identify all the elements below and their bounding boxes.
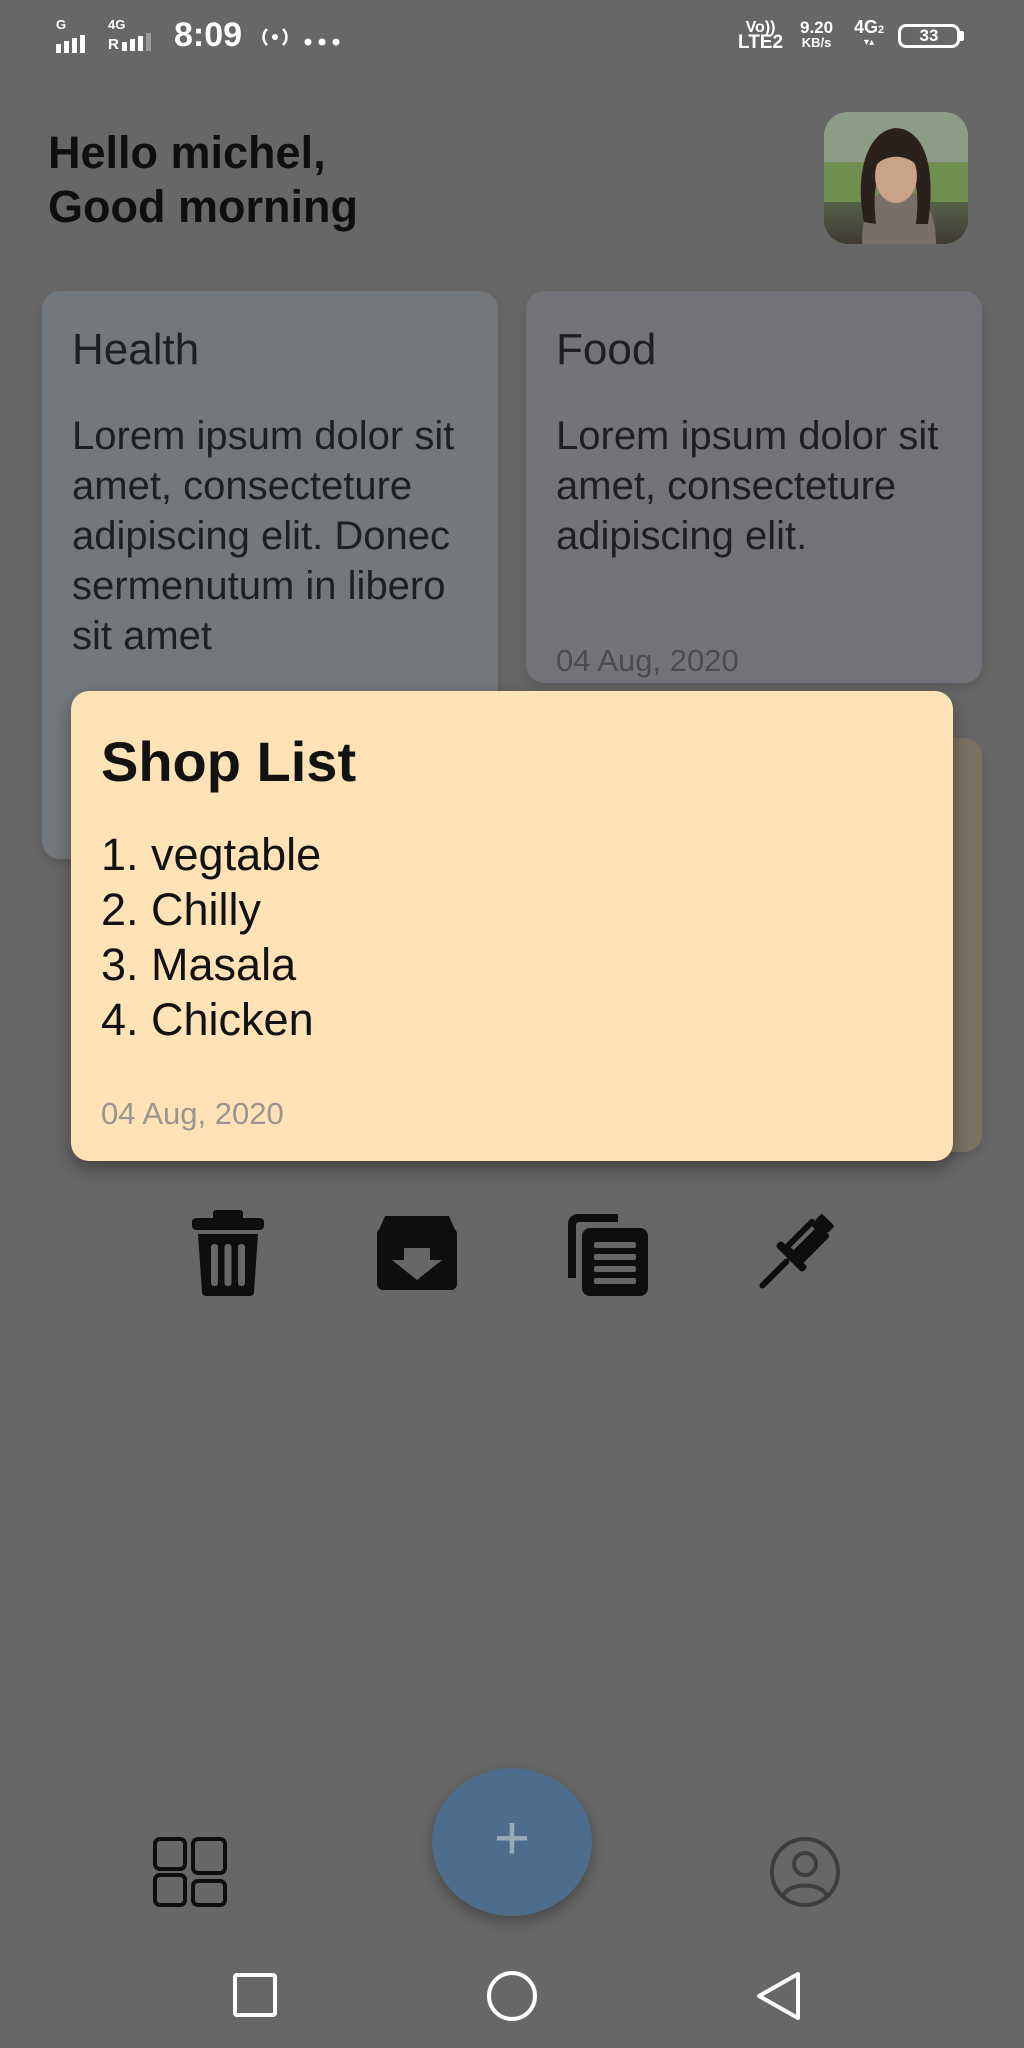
status-bar: G 4G R 8:09 Vo)) LTE2 9.20 KB/s 4G2 ▾▴ 3… xyxy=(0,0,1024,74)
copy-icon xyxy=(568,1214,648,1296)
signal-bars-2-icon xyxy=(121,33,151,51)
archive-button[interactable] xyxy=(372,1208,462,1298)
signal-1: G xyxy=(56,18,85,53)
network-3-label: 4G xyxy=(854,17,879,37)
signal-bars-1-icon xyxy=(56,35,85,53)
note-body: Lorem ipsum dolor sit amet, consecteture… xyxy=(72,414,455,658)
pin-icon xyxy=(759,1214,834,1289)
note-body: Lorem ipsum dolor sit amet, consecteture… xyxy=(556,414,939,558)
home-button[interactable] xyxy=(486,1970,538,2022)
network-3-sub: 2 xyxy=(878,24,885,36)
greeting: Hello michel, Good morning xyxy=(48,126,358,234)
list-item: 4. Chicken xyxy=(101,994,314,1045)
greeting-line-1: Hello michel, xyxy=(48,127,326,178)
volte-bottom: LTE2 xyxy=(738,32,784,53)
battery-icon: 33 xyxy=(898,24,960,48)
dashboard-button[interactable] xyxy=(152,1836,228,1908)
signal-2: 4G R xyxy=(108,17,151,53)
delete-button[interactable] xyxy=(183,1208,273,1298)
network-2-label: 4G xyxy=(108,17,126,32)
note-date: 04 Aug, 2020 xyxy=(556,643,739,678)
note-card-food[interactable]: Food Lorem ipsum dolor sit amet, consect… xyxy=(526,291,982,683)
recents-square-icon xyxy=(233,1973,277,2017)
avatar[interactable] xyxy=(824,112,968,244)
data-arrows-icon: ▾▴ xyxy=(864,37,875,48)
network-1-label: G xyxy=(56,17,67,32)
network-3: 4G2 ▾▴ xyxy=(854,17,885,48)
greeting-line-2: Good morning xyxy=(48,181,358,232)
profile-icon xyxy=(770,1837,840,1907)
copy-button[interactable] xyxy=(562,1208,652,1298)
more-status-icon xyxy=(304,33,340,46)
speed-unit: KB/s xyxy=(801,35,832,50)
note-title: Shop List xyxy=(101,730,357,793)
profile-button[interactable] xyxy=(766,1836,844,1908)
list-item: 3. Masala xyxy=(101,939,297,990)
dashboard-icon xyxy=(153,1837,227,1907)
avatar-photo xyxy=(824,112,968,244)
back-triangle-icon xyxy=(757,1972,800,2020)
note-title: Food xyxy=(556,325,657,374)
battery-indicator: 33 xyxy=(898,24,964,48)
archive-icon xyxy=(377,1216,457,1290)
speed-value: 9.20 xyxy=(800,18,834,37)
list-item: 2. Chilly xyxy=(101,884,262,935)
recents-button[interactable] xyxy=(232,1972,278,2018)
note-title: Health xyxy=(72,325,200,374)
home-circle-icon xyxy=(487,1971,537,2021)
back-button[interactable] xyxy=(754,1970,802,2022)
clock: 8:09 xyxy=(174,16,243,54)
plus-icon: + xyxy=(493,1804,531,1873)
network-2-sub: R xyxy=(108,36,119,53)
selected-note-popup[interactable]: Shop List 1. vegtable 2. Chilly 3. Masal… xyxy=(71,691,953,1161)
hotspot-icon xyxy=(258,22,292,52)
list-item: 1. vegtable xyxy=(101,829,322,880)
add-note-button[interactable]: + xyxy=(432,1768,592,1916)
trash-icon xyxy=(192,1210,264,1296)
volte-indicator: Vo)) LTE2 xyxy=(738,20,784,53)
network-speed: 9.20 KB/s xyxy=(800,18,834,50)
shop-list: 1. vegtable 2. Chilly 3. Masala 4. Chick… xyxy=(101,827,321,1047)
note-date: 04 Aug, 2020 xyxy=(101,1096,284,1131)
pin-button[interactable] xyxy=(750,1208,840,1298)
